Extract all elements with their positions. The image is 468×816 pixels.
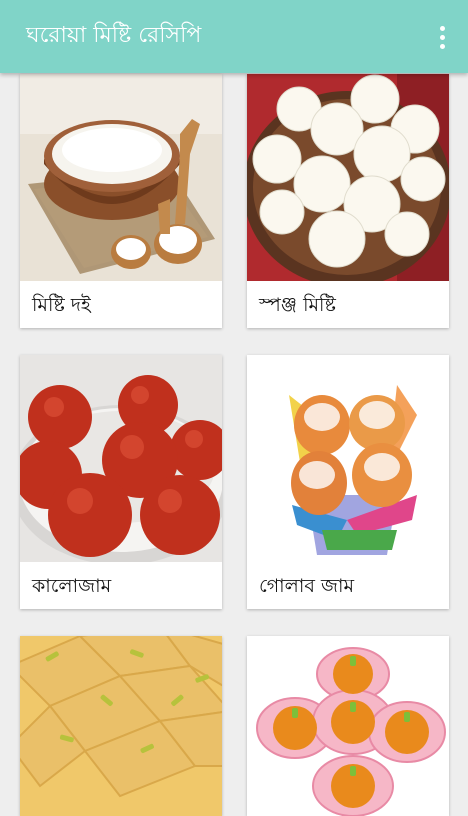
- recipe-card-barfi[interactable]: [20, 636, 222, 816]
- menu-dot: [439, 43, 445, 49]
- recipe-card-mishti-doi[interactable]: মিষ্টি দই: [20, 74, 222, 328]
- recipe-image-sponge-mishti: [247, 74, 449, 281]
- recipe-grid: মিষ্টি দই স্পঞ্জ মিষ্টি কালোজাম গোলাব জা…: [0, 0, 468, 816]
- recipe-image-barfi: [20, 636, 222, 816]
- recipe-image-golab-jam: [247, 355, 449, 562]
- recipe-card-golab-jam[interactable]: গোলাব জাম: [247, 355, 449, 609]
- menu-dot: [439, 34, 445, 40]
- app-bar: ঘরোয়া মিষ্টি রেসিপি: [0, 0, 468, 73]
- recipe-image-orange-sweets: [247, 636, 449, 816]
- recipe-card-sponge-mishti[interactable]: স্পঞ্জ মিষ্টি: [247, 74, 449, 328]
- recipe-label: মিষ্টি দই: [32, 294, 91, 316]
- recipe-card-orange-sweets[interactable]: [247, 636, 449, 816]
- recipe-label: কালোজাম: [32, 575, 112, 597]
- recipe-image-kalojam: [20, 355, 222, 562]
- recipe-image-mishti-doi: [20, 74, 222, 281]
- recipe-card-kalojam[interactable]: কালোজাম: [20, 355, 222, 609]
- app-title: ঘরোয়া মিষ্টি রেসিপি: [26, 23, 202, 48]
- recipe-label: গোলাব জাম: [259, 575, 355, 597]
- more-vert-icon[interactable]: [428, 22, 456, 52]
- recipe-label: স্পঞ্জ মিষ্টি: [259, 294, 336, 316]
- menu-dot: [439, 25, 445, 31]
